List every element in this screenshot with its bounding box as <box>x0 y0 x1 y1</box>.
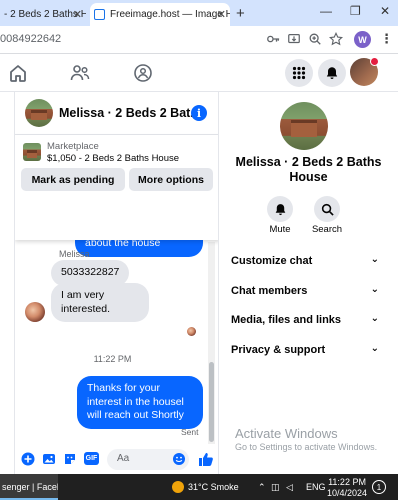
browser-profile-avatar[interactable]: W <box>354 31 371 48</box>
menu-label: Privacy & support <box>231 344 326 356</box>
chevron-down-icon: ⌄ <box>370 284 379 295</box>
message-composer: GIF Aa <box>15 444 218 474</box>
menu-label: Media, files and links <box>231 314 342 326</box>
outgoing-message[interactable]: Thanks for your interest in the housel w… <box>77 376 203 429</box>
notification-dot <box>370 57 379 66</box>
conversation-avatar[interactable] <box>280 102 328 150</box>
notification-center-badge[interactable]: 1 <box>372 480 386 494</box>
gif-icon[interactable]: GIF <box>84 452 99 465</box>
clock-time: 11:22 PM <box>328 477 366 487</box>
mute-label: Mute <box>269 224 291 235</box>
url-field[interactable]: 0084922642 <box>0 33 61 45</box>
emoji-icon[interactable] <box>172 452 186 466</box>
chevron-down-icon: ⌄ <box>370 343 379 354</box>
zoom-icon[interactable] <box>308 32 322 46</box>
new-tab-button[interactable]: + <box>236 5 245 22</box>
listing-detail[interactable]: $1,050 - 2 Beds 2 Baths House <box>47 153 179 164</box>
speaker-icon[interactable]: ◁ <box>286 482 293 493</box>
message-timestamp: 11:22 PM <box>93 354 132 364</box>
menu-chat-members[interactable]: Chat members ⌄ <box>231 284 379 297</box>
activate-windows-watermark: Activate Windows <box>235 426 338 441</box>
marketplace-listing-card: Marketplace $1,050 - 2 Beds 2 Baths Hous… <box>15 135 218 240</box>
menu-media-files-links[interactable]: Media, files and links ⌄ <box>231 313 379 326</box>
taskbar-clock[interactable]: 11:22 PM 10/4/2024 <box>327 477 367 499</box>
weather-widget[interactable]: 31°C Smoke <box>188 482 239 492</box>
incoming-message[interactable]: I am very interested. <box>51 283 149 322</box>
browser-tab-strip: - 2 Beds 2 Baths H ✕ Freeimage.host — Im… <box>0 0 398 26</box>
page-favicon-icon <box>94 9 105 20</box>
menu-grid-button[interactable] <box>285 59 313 87</box>
conversation-info-panel: Melissa · 2 Beds 2 Baths House Mute Sear… <box>219 92 398 474</box>
info-icon[interactable]: i <box>191 105 207 121</box>
weather-icon[interactable] <box>172 481 184 493</box>
clock-date: 10/4/2024 <box>327 488 368 498</box>
chevron-down-icon: ⌄ <box>370 313 379 324</box>
listing-thumbnail[interactable] <box>23 143 41 161</box>
search-label: Search <box>311 224 343 235</box>
activate-windows-hint: Go to Settings to activate Windows. <box>235 442 378 452</box>
sticker-icon[interactable] <box>63 452 77 466</box>
friends-icon[interactable] <box>70 63 90 83</box>
close-window-icon[interactable]: ✕ <box>380 4 390 18</box>
mark-as-pending-button[interactable]: Mark as pending <box>21 168 125 191</box>
notifications-button[interactable] <box>318 59 346 87</box>
chat-title[interactable]: Melissa · 2 Beds 2 Bat... <box>59 106 201 120</box>
search-button[interactable] <box>314 196 340 222</box>
menu-label: Customize chat <box>231 255 313 267</box>
minimize-icon[interactable]: — <box>320 4 332 18</box>
incoming-message[interactable]: 5033322827 <box>51 260 130 286</box>
menu-customize-chat[interactable]: Customize chat ⌄ <box>231 254 379 267</box>
bell-icon <box>326 67 338 79</box>
close-tab-icon[interactable]: ✕ <box>73 8 82 21</box>
browser-menu-icon[interactable]: ⋮ <box>380 31 393 47</box>
read-receipt-avatar <box>187 327 196 336</box>
more-options-button[interactable]: More options <box>129 168 213 191</box>
chat-window: Melissa · 2 Beds 2 Bat... i Marketplace … <box>14 92 219 474</box>
bookmark-star-icon[interactable] <box>329 32 343 46</box>
sender-avatar[interactable] <box>25 302 45 322</box>
thumbs-up-icon[interactable] <box>198 451 214 467</box>
key-icon[interactable] <box>266 32 280 46</box>
sent-status: Sent <box>181 427 199 437</box>
mute-button[interactable] <box>267 196 293 222</box>
tray-overflow-icon[interactable]: ⌃ <box>258 482 266 493</box>
marketplace-label: Marketplace <box>47 141 99 152</box>
grid-icon <box>292 66 306 80</box>
menu-label: Chat members <box>231 285 308 297</box>
install-app-icon[interactable] <box>287 32 301 46</box>
home-icon[interactable] <box>8 63 28 83</box>
search-icon <box>321 203 334 216</box>
chat-scrollbar-thumb[interactable] <box>209 362 214 442</box>
taskbar-app-messenger[interactable]: senger | Facebo... <box>0 474 58 500</box>
restore-icon[interactable]: ❐ <box>350 4 361 18</box>
tab-label: Freeimage.host — Image Hosti <box>110 9 230 20</box>
conversation-title: Melissa · 2 Beds 2 Baths House <box>235 155 382 184</box>
network-icon[interactable]: ◫ <box>271 482 280 493</box>
facebook-nav-bar <box>0 54 398 92</box>
groups-icon[interactable] <box>133 63 153 83</box>
chat-header: Melissa · 2 Beds 2 Bat... i <box>15 92 218 135</box>
windows-taskbar: senger | Facebo... 31°C Smoke ⌃ ◫ ◁ ENG … <box>0 474 398 500</box>
sender-name: Melissa <box>59 249 90 259</box>
photo-icon[interactable] <box>42 452 56 466</box>
browser-tab-messenger[interactable]: - 2 Beds 2 Baths H ✕ <box>0 3 86 26</box>
plus-circle-icon[interactable] <box>21 452 35 466</box>
address-bar-row: 0084922642 W ⋮ <box>0 26 398 54</box>
close-tab-icon[interactable]: ✕ <box>217 8 226 21</box>
language-indicator[interactable]: ENG <box>306 482 326 492</box>
chevron-down-icon: ⌄ <box>370 254 379 265</box>
menu-privacy-support[interactable]: Privacy & support ⌄ <box>231 343 379 356</box>
bell-icon <box>275 203 285 215</box>
browser-tab-freeimage[interactable]: Freeimage.host — Image Hosti ✕ <box>90 3 230 26</box>
chat-avatar[interactable] <box>25 99 53 127</box>
